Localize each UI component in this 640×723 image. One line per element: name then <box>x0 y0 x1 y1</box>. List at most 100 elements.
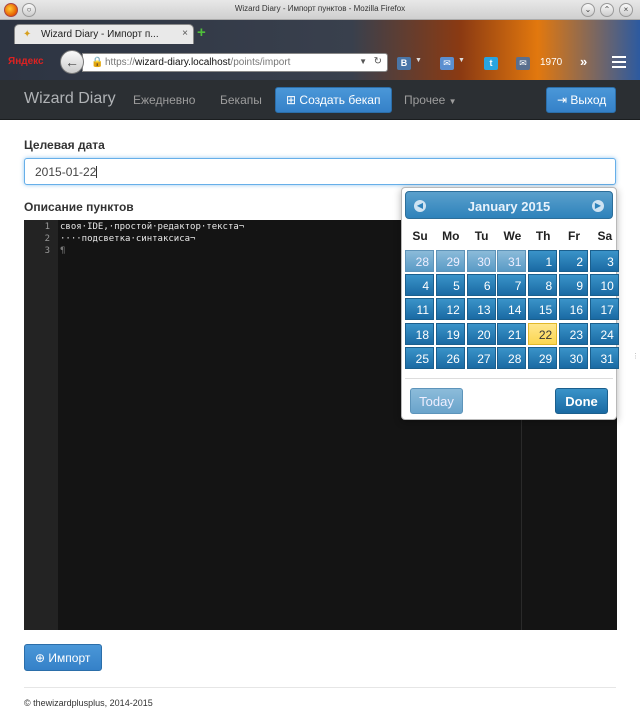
scrollbar-grip-icon[interactable]: ⋮ <box>632 352 639 360</box>
calendar-day[interactable]: 30 <box>466 250 496 272</box>
calendar-day[interactable]: 12 <box>435 298 465 321</box>
calendar-day[interactable]: 23 <box>559 322 588 345</box>
toolbar-overflow-icon[interactable]: » <box>580 54 587 69</box>
yandex-logo[interactable]: Яндекс <box>8 56 44 67</box>
weekday-header: Su <box>412 229 428 243</box>
calendar-day[interactable]: 16 <box>559 298 588 321</box>
app-navbar: Wizard Diary Ежедневно Бекапы ⊞ Создать … <box>0 80 640 120</box>
vk-dropdown-icon[interactable]: ▼ <box>415 57 422 64</box>
calendar-day[interactable]: 24 <box>589 322 619 345</box>
calendar-day[interactable]: 8 <box>528 274 558 297</box>
calendar-day[interactable]: 28 <box>497 346 527 369</box>
calendar-day[interactable]: 28 <box>405 250 434 272</box>
maximize-icon[interactable]: ⌃ <box>600 3 614 17</box>
calendar-day[interactable]: 11 <box>405 298 434 321</box>
calendar-day[interactable]: 21 <box>497 322 527 345</box>
tab-title: Wizard Diary - Импорт п... <box>41 29 159 40</box>
calendar-day[interactable]: 18 <box>405 322 434 345</box>
calendar-day[interactable]: 25 <box>405 346 434 369</box>
browser-toolbar: Яндекс 🔒 https://wizard-diary.localhost/… <box>0 44 640 80</box>
weekday-header: Mo <box>442 229 460 243</box>
nav-backups-link[interactable]: Бекапы <box>220 93 262 107</box>
calendar-day[interactable]: 6 <box>466 274 496 297</box>
tab-close-icon[interactable]: × <box>182 28 188 39</box>
logout-label: Выход <box>570 93 607 107</box>
reload-icon[interactable]: ↻ <box>374 56 382 67</box>
arrow-circle-up-icon: ⊕ <box>35 651 46 665</box>
calendar-day[interactable]: 17 <box>589 298 619 321</box>
line-number: 1 <box>44 222 50 232</box>
calendar-day[interactable]: 3 <box>589 250 619 272</box>
nav-more-dropdown[interactable]: Прочее ▼ <box>404 93 457 107</box>
today-button[interactable]: Today <box>410 388 463 414</box>
target-date-input[interactable]: 2015-01-22 <box>24 158 616 185</box>
mail-icon[interactable]: ✉ <box>440 57 454 70</box>
create-backup-button[interactable]: ⊞ Создать бекап <box>275 87 392 113</box>
vk-icon[interactable]: В <box>397 57 411 70</box>
calendar-day[interactable]: 4 <box>405 274 434 297</box>
mail-dropdown-icon[interactable]: ▼ <box>458 57 465 64</box>
editor-gutter: 1 2 3 <box>24 220 58 630</box>
calendar-day[interactable]: 27 <box>466 346 496 369</box>
logout-button[interactable]: ⇥ Выход <box>546 87 616 113</box>
back-arrow-icon: ← <box>65 54 79 70</box>
datepicker-popup: ◀ January 2015 ▶ Su Mo Tu We Th Fr Sa 28 29 30 31 1… <box>401 187 619 420</box>
url-path: /points/import <box>230 57 291 68</box>
save-icon: ⊞ <box>286 93 297 107</box>
calendar-day[interactable]: 7 <box>497 274 527 297</box>
next-month-icon[interactable]: ▶ <box>592 200 604 212</box>
browser-chrome: ✦ Wizard Diary - Импорт п... × + Яндекс … <box>0 20 640 80</box>
close-window-icon[interactable]: × <box>619 3 633 17</box>
calendar-day[interactable]: 13 <box>466 298 496 321</box>
calendar-day[interactable]: 1 <box>528 250 558 272</box>
lock-icon: 🔒 <box>91 57 104 68</box>
wizard-favicon-icon: ✦ <box>23 29 32 40</box>
calendar-day[interactable]: 29 <box>435 250 465 272</box>
inbox-icon[interactable]: ✉ <box>516 57 530 70</box>
browser-tab[interactable]: ✦ Wizard Diary - Импорт п... × <box>14 24 194 44</box>
calendar-day[interactable]: 29 <box>528 346 558 369</box>
create-backup-label: Создать бекап <box>299 93 381 107</box>
line-number: 3 <box>44 246 50 256</box>
nav-daily-link[interactable]: Ежедневно <box>133 93 195 107</box>
url-dropdown-icon[interactable]: ▼ <box>359 57 367 66</box>
calendar-day[interactable]: 2 <box>559 250 588 272</box>
caret-down-icon: ▼ <box>448 97 457 106</box>
import-button[interactable]: ⊕ Импорт <box>24 644 102 671</box>
calendar-day[interactable]: 26 <box>435 346 465 369</box>
url-bar[interactable]: 🔒 https://wizard-diary.localhost/points/… <box>82 53 388 72</box>
hamburger-menu-icon[interactable] <box>612 56 626 71</box>
calendar-day[interactable]: 10 <box>589 274 619 297</box>
calendar-day[interactable]: 20 <box>466 322 496 345</box>
weekday-header: Tu <box>474 229 489 243</box>
calendar-day[interactable]: 5 <box>435 274 465 297</box>
twitter-icon[interactable]: t <box>484 57 498 70</box>
calendar-day[interactable]: 19 <box>435 322 465 345</box>
new-tab-icon[interactable]: + <box>197 24 206 41</box>
weekday-header: Th <box>535 229 551 243</box>
code-line: своя·IDE,·простой·редактор·текста¬ <box>60 222 245 232</box>
text-cursor <box>96 166 98 178</box>
toolbar-counter: 1970 <box>540 57 563 68</box>
url-host: wizard-diary.localhost <box>135 57 231 68</box>
brand-link[interactable]: Wizard Diary <box>24 90 116 108</box>
calendar-day[interactable]: 30 <box>559 346 588 369</box>
minimize-icon[interactable]: ⌄ <box>581 3 595 17</box>
weekday-header: Sa <box>597 229 613 243</box>
import-label: Импорт <box>48 651 91 665</box>
calendar-day[interactable]: 15 <box>528 298 558 321</box>
window-title: Wizard Diary - Импорт пунктов - Mozilla … <box>234 4 406 13</box>
target-date-value: 2015-01-22 <box>35 165 97 179</box>
calendar-day[interactable]: 31 <box>497 250 527 272</box>
calendar-day[interactable]: 14 <box>497 298 527 321</box>
datepicker-divider <box>405 378 613 379</box>
calendar-day[interactable]: 31 <box>589 346 619 369</box>
description-label: Описание пунктов <box>24 200 134 214</box>
calendar-day[interactable]: 9 <box>559 274 588 297</box>
done-button[interactable]: Done <box>555 388 608 414</box>
calendar-day[interactable]: 22 <box>528 322 558 345</box>
window-titlebar: ○ Wizard Diary - Импорт пунктов - Mozill… <box>0 0 640 20</box>
footer-divider <box>24 687 616 688</box>
nav-more-label: Прочее <box>404 93 446 107</box>
back-button[interactable]: ← <box>60 50 84 74</box>
